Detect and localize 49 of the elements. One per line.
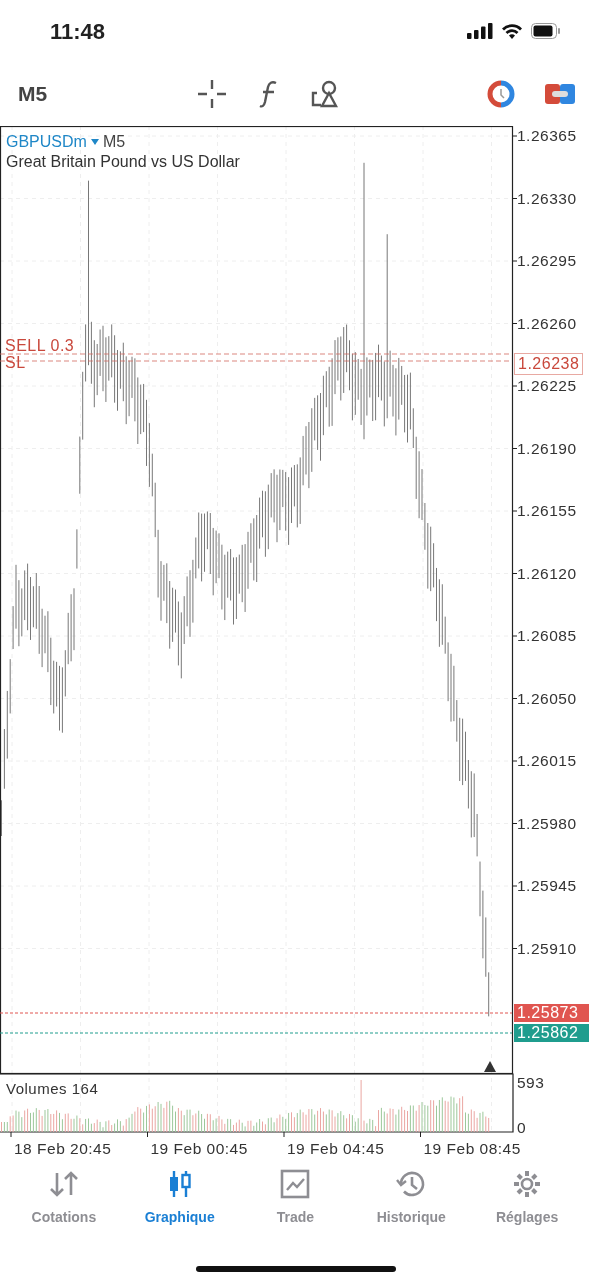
- symbol-label[interactable]: GBPUSDm: [6, 134, 87, 150]
- dropdown-icon[interactable]: [90, 138, 99, 146]
- signal-icon: [467, 23, 493, 39]
- instrument-description: Great Britain Pound vs US Dollar: [6, 154, 240, 170]
- settings-icon: [512, 1169, 543, 1199]
- price-tag: 1.25873: [514, 1004, 589, 1022]
- price-axis-label: 1.25980: [517, 815, 577, 831]
- price-axis-label: 1.26260: [517, 315, 577, 331]
- time-axis-label: 19 Feb 00:45: [150, 1141, 248, 1157]
- trade-toggle-icon[interactable]: [545, 82, 575, 106]
- tab-bar-item[interactable]: Graphique: [124, 1169, 235, 1228]
- price-axis-label: 1.26330: [517, 190, 577, 206]
- shapes-icon[interactable]: [311, 80, 340, 108]
- line-chart-icon: [280, 1169, 311, 1199]
- timeframe-label[interactable]: M5: [18, 78, 48, 110]
- price-axis-label: 1.26190: [517, 440, 577, 456]
- tab-bar-item[interactable]: Trade: [240, 1169, 351, 1228]
- price-axis-label: 1.25910: [517, 940, 577, 956]
- volume-axis-label: 593: [517, 1075, 545, 1091]
- time-axis-label: 19 Feb 08:45: [423, 1141, 521, 1157]
- tab-bar-item[interactable]: Historique: [356, 1169, 467, 1228]
- clock-icon[interactable]: [487, 80, 515, 108]
- battery-icon: [531, 23, 561, 39]
- price-axis-label: 1.26225: [517, 378, 577, 394]
- tab-bar-item[interactable]: Réglages: [472, 1169, 583, 1228]
- price-tag: 1.25862: [514, 1024, 589, 1042]
- clock-time: 11:48: [50, 17, 106, 46]
- order-label: SL: [5, 355, 26, 371]
- price-axis-label: 1.26365: [517, 128, 577, 144]
- history-icon: [396, 1169, 427, 1199]
- time-axis-label: 18 Feb 20:45: [14, 1141, 112, 1157]
- price-axis-label: 1.25945: [517, 878, 577, 894]
- arrows-icon: [48, 1169, 79, 1199]
- price-axis-label: 1.26085: [517, 628, 577, 644]
- price-axis-label: 1.26050: [517, 690, 577, 706]
- time-axis-label: 19 Feb 04:45: [287, 1141, 385, 1157]
- price-axis-label: 1.26155: [517, 503, 577, 519]
- volumes-label: Volumes 164: [6, 1081, 99, 1096]
- current-bar-marker-icon: [484, 1061, 496, 1072]
- order-price-tag: 1.26238: [514, 353, 584, 375]
- timeframe-label: M5: [102, 134, 126, 150]
- wifi-icon: [501, 23, 523, 39]
- crosshair-icon[interactable]: [197, 79, 228, 109]
- order-label: SELL 0.3: [5, 338, 75, 354]
- price-axis-label: 1.26295: [517, 253, 577, 269]
- volume-axis-label: 0: [517, 1120, 527, 1136]
- price-axis-label: 1.26120: [517, 565, 577, 581]
- tab-bar-item[interactable]: Cotations: [8, 1169, 119, 1228]
- price-axis-label: 1.26015: [517, 753, 577, 769]
